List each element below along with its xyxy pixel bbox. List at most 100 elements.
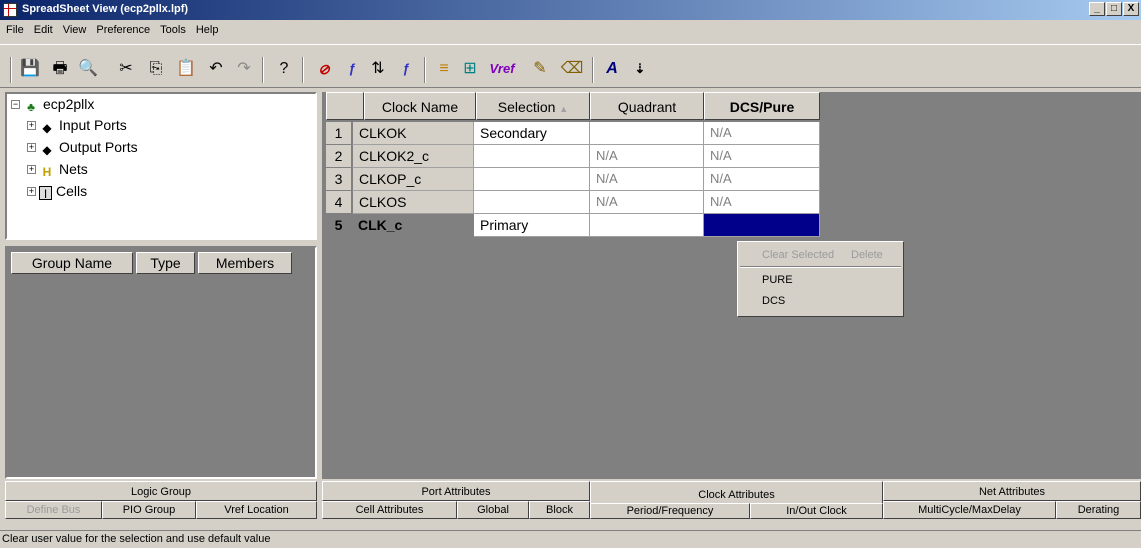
tab-pio-group[interactable]: PIO Group xyxy=(102,501,196,519)
selection-cell[interactable]: Secondary xyxy=(474,122,590,145)
expand-icon[interactable]: + xyxy=(27,143,36,152)
cell-icon: I xyxy=(39,186,52,201)
sort-icon[interactable]: ⇅ xyxy=(366,57,390,81)
menu-bar: File Edit View Preference Tools Help xyxy=(0,20,1141,42)
redo-icon[interactable]: ↷ xyxy=(232,57,256,81)
dcs-pure-cell[interactable]: N/A xyxy=(704,145,820,168)
clock-spreadsheet: Clock Name Selection ▲ Quadrant DCS/Pure… xyxy=(322,92,1141,479)
menu-item-clear-selected[interactable]: Clear Selected xyxy=(762,249,834,261)
copy-icon[interactable]: ⎘ xyxy=(144,57,168,81)
tree-item-cells[interactable]: + I Cells xyxy=(27,181,87,201)
tab-block[interactable]: Block xyxy=(529,501,590,519)
column-header-quadrant[interactable]: Quadrant xyxy=(590,92,704,120)
tree-item-input-ports[interactable]: + ◆ Input Ports xyxy=(27,115,127,135)
tree-item-label: Input Ports xyxy=(59,117,127,133)
column-header-selection[interactable]: Selection ▲ xyxy=(476,92,590,120)
maximize-button[interactable]: □ xyxy=(1106,2,1122,16)
dcs-pure-cell[interactable]: N/A xyxy=(704,168,820,191)
menu-edit[interactable]: Edit xyxy=(28,20,57,36)
dcs-pure-cell[interactable]: N/A xyxy=(704,122,820,145)
menu-tools[interactable]: Tools xyxy=(154,20,190,36)
font-icon[interactable]: A xyxy=(600,57,624,81)
help-icon[interactable]: ? xyxy=(272,57,296,81)
column-header-clock-name[interactable]: Clock Name xyxy=(364,92,476,120)
quadrant-cell[interactable] xyxy=(590,214,704,237)
net-icon: H xyxy=(42,165,52,179)
selection-cell[interactable]: Primary xyxy=(474,214,590,237)
quadrant-cell[interactable]: N/A xyxy=(590,168,704,191)
sort-az-icon[interactable]: ⇣ xyxy=(628,57,652,81)
menu-help[interactable]: Help xyxy=(190,20,223,36)
toolbar: 💾 🖶 🔍 ✂ ⎘ 📋 ↶ ↷ ? ⊘ ƒ ⇅ ƒ ≡ ⊞ Vref ✎ ⌫ A… xyxy=(0,44,1141,88)
clock-name-cell-selected[interactable]: CLK_c xyxy=(352,214,474,237)
group2-icon[interactable]: ⊞ xyxy=(458,57,482,81)
menu-file[interactable]: File xyxy=(0,20,28,36)
tab-period-frequency[interactable]: Period/Frequency xyxy=(590,503,750,519)
tree-root[interactable]: − ♣ ecp2pllx xyxy=(11,94,94,114)
menu-item-delete[interactable]: Delete xyxy=(851,249,883,261)
tab-global[interactable]: Global xyxy=(457,501,529,519)
expand-icon[interactable]: + xyxy=(27,121,36,130)
menu-preference[interactable]: Preference xyxy=(90,20,154,36)
tab-cell-attributes[interactable]: Cell Attributes xyxy=(322,501,457,519)
dcs-pure-cell[interactable]: N/A xyxy=(704,191,820,214)
spreadsheet-app-icon xyxy=(3,3,17,17)
tree-item-nets[interactable]: + H Nets xyxy=(27,159,88,179)
selection-cell[interactable] xyxy=(474,145,590,168)
menu-item-dcs[interactable]: DCS xyxy=(762,295,785,307)
print-icon[interactable]: 🖶 xyxy=(48,57,72,81)
tab-multicycle-maxdelay[interactable]: MultiCycle/MaxDelay xyxy=(883,501,1056,519)
clock-name-cell[interactable]: CLKOP_c xyxy=(352,168,474,191)
members-header[interactable]: Members xyxy=(198,252,292,274)
tab-net-attributes[interactable]: Net Attributes xyxy=(883,481,1141,501)
type-header[interactable]: Type xyxy=(136,252,195,274)
edit-icon[interactable]: ✎ xyxy=(528,57,552,81)
tab-define-bus[interactable]: Define Bus xyxy=(5,501,102,519)
group-icon[interactable]: ≡ xyxy=(432,57,456,81)
menu-item-pure[interactable]: PURE xyxy=(762,274,793,286)
tree-item-label: Nets xyxy=(59,161,88,177)
cut-icon[interactable]: ✂ xyxy=(114,57,138,81)
clock-name-cell[interactable]: CLKOK2_c xyxy=(352,145,474,168)
clock-name-cell[interactable]: CLKOK xyxy=(352,122,474,145)
tab-derating[interactable]: Derating xyxy=(1056,501,1141,519)
selection-cell[interactable] xyxy=(474,168,590,191)
assign-icon[interactable]: ƒ xyxy=(340,57,364,81)
close-button[interactable]: X xyxy=(1123,2,1139,16)
dcs-pure-cell-active[interactable] xyxy=(704,214,820,237)
tab-logic-group[interactable]: Logic Group xyxy=(5,481,317,501)
row-number[interactable]: 4 xyxy=(326,191,352,214)
collapse-icon[interactable]: − xyxy=(11,100,20,109)
paste-icon[interactable]: 📋 xyxy=(174,57,198,81)
undo-icon[interactable]: ↶ xyxy=(204,57,228,81)
row-number[interactable]: 1 xyxy=(326,122,352,145)
quadrant-cell[interactable] xyxy=(590,122,704,145)
minimize-button[interactable]: _ xyxy=(1089,2,1105,16)
corner-header[interactable] xyxy=(326,92,364,120)
tab-in-out-clock[interactable]: In/Out Clock xyxy=(750,503,883,519)
vref-icon[interactable]: Vref xyxy=(486,57,518,81)
erase-icon[interactable]: ⌫ xyxy=(560,57,584,81)
quadrant-cell[interactable]: N/A xyxy=(590,145,704,168)
tab-clock-attributes[interactable]: Clock Attributes xyxy=(590,481,883,503)
tree-root-label: ecp2pllx xyxy=(43,96,95,112)
toolbar-separator xyxy=(302,57,304,83)
menu-view[interactable]: View xyxy=(57,20,91,36)
row-number[interactable]: 2 xyxy=(326,145,352,168)
expand-icon[interactable]: + xyxy=(27,187,36,196)
quadrant-cell[interactable]: N/A xyxy=(590,191,704,214)
save-icon[interactable]: 💾 xyxy=(18,57,42,81)
column-header-dcs-pure[interactable]: DCS/Pure xyxy=(704,92,820,120)
clear-icon[interactable]: ⊘ xyxy=(312,57,336,81)
selection-cell[interactable] xyxy=(474,191,590,214)
filter-icon[interactable]: ƒ xyxy=(394,57,418,81)
row-number[interactable]: 3 xyxy=(326,168,352,191)
print-preview-icon[interactable]: 🔍 xyxy=(76,57,100,81)
clock-name-cell[interactable]: CLKOS xyxy=(352,191,474,214)
group-name-header[interactable]: Group Name xyxy=(11,252,133,274)
tab-port-attributes[interactable]: Port Attributes xyxy=(322,481,590,501)
expand-icon[interactable]: + xyxy=(27,165,36,174)
tree-item-output-ports[interactable]: + ◆ Output Ports xyxy=(27,137,138,157)
tab-vref-location[interactable]: Vref Location xyxy=(196,501,317,519)
row-number-selected[interactable]: 5 xyxy=(326,214,352,237)
